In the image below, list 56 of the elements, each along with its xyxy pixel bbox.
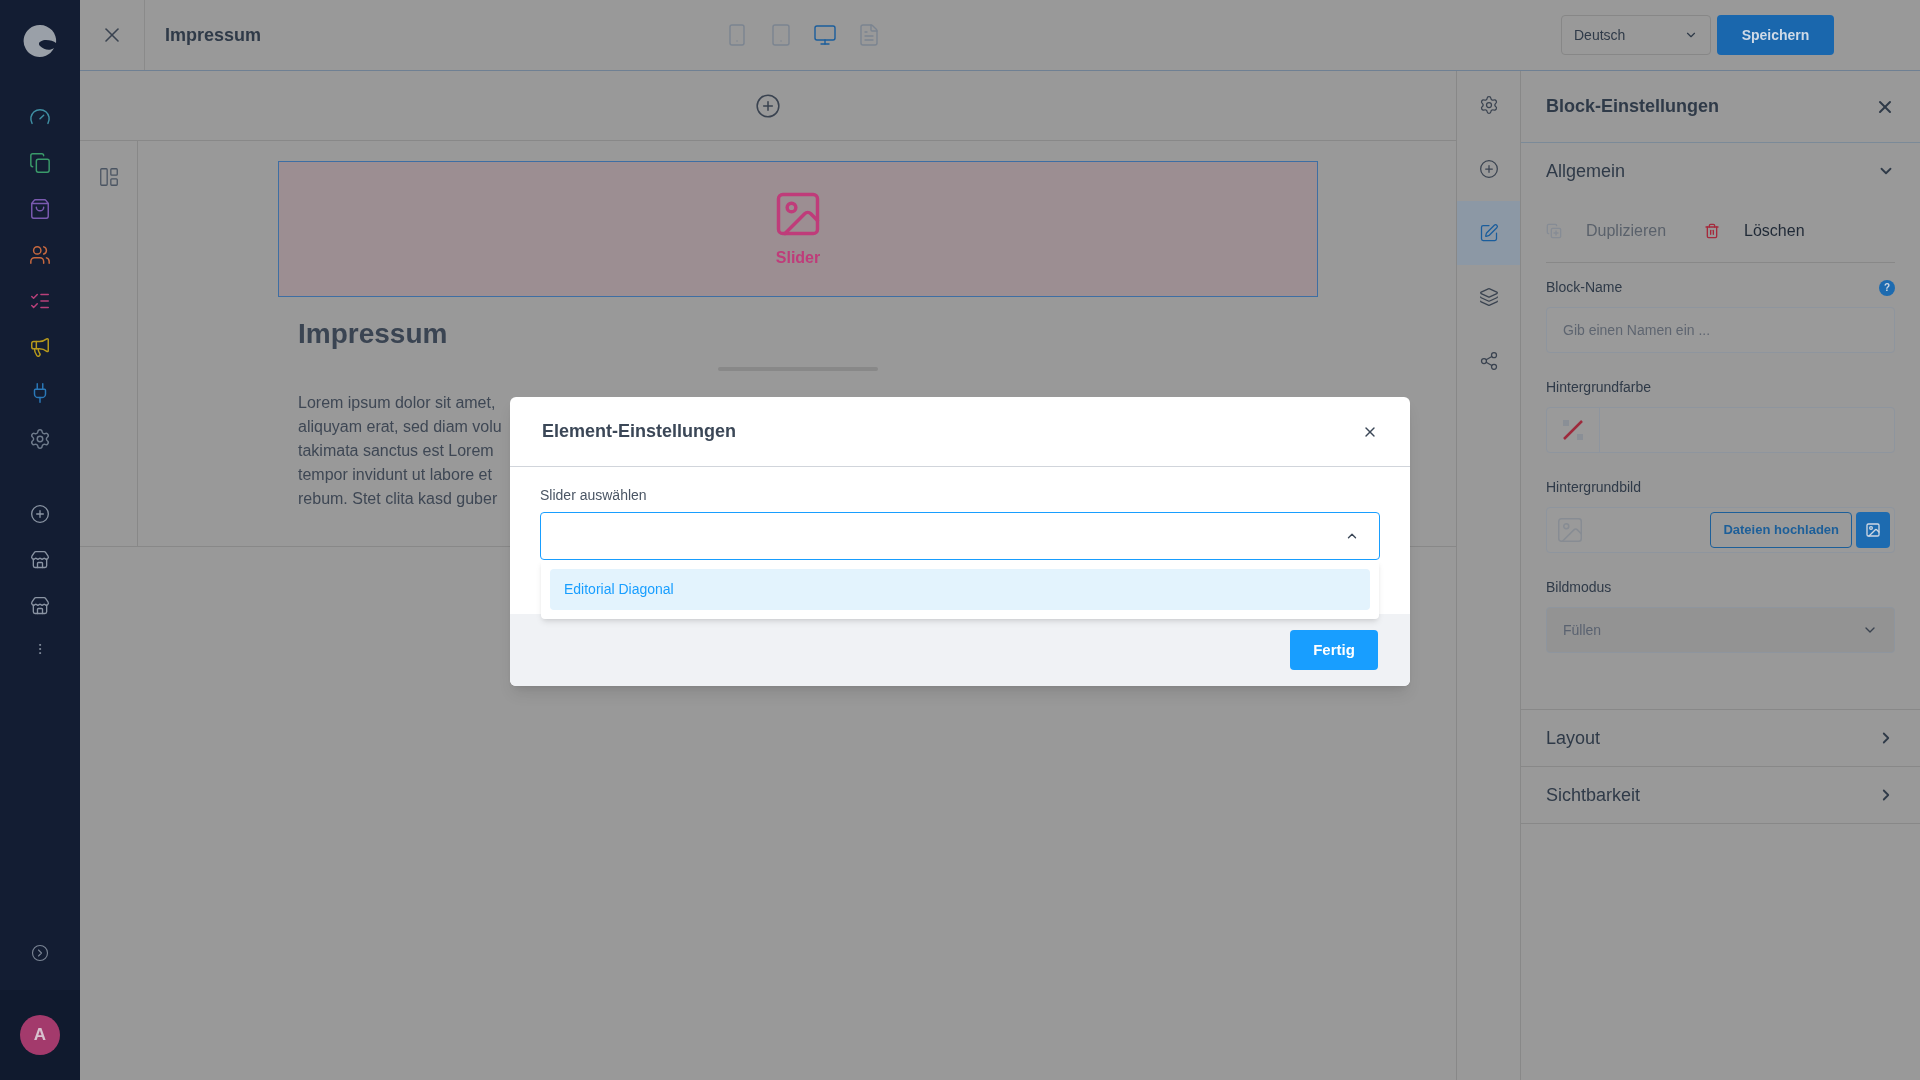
dialog-title: Element-Einstellungen	[542, 420, 737, 443]
paragraph-line: tempor invidunt ut labore et	[298, 465, 492, 485]
media-button[interactable]	[1856, 512, 1890, 548]
section-title: Layout	[1546, 726, 1601, 750]
block-label: Slider	[775, 248, 821, 268]
megaphone-icon[interactable]	[29, 336, 51, 358]
layout-icon[interactable]	[97, 166, 120, 188]
trash-icon	[1704, 222, 1721, 239]
page-heading: Impressum	[298, 317, 448, 351]
image-mode-select[interactable]: Füllen	[1546, 607, 1895, 653]
store-icon[interactable]	[30, 596, 50, 616]
paragraph-line: Lorem ipsum dolor sit amet,	[298, 393, 496, 413]
paragraph-line: rebum. Stet clita kasd guber	[298, 489, 498, 509]
bag-icon[interactable]	[29, 198, 51, 220]
delete-button[interactable]: Löschen	[1704, 218, 1831, 243]
done-button[interactable]: Fertig	[1290, 630, 1378, 670]
settings-icon	[1478, 95, 1499, 115]
edit-icon	[1478, 223, 1499, 243]
settings-icon[interactable]	[29, 428, 51, 450]
upload-button[interactable]: Dateien hochladen	[1710, 512, 1852, 548]
paragraph-line: aliquyam erat, sed diam volu	[298, 417, 502, 437]
field-label: Hintergrundbild	[1546, 478, 1641, 497]
save-button[interactable]: Speichern	[1717, 15, 1834, 55]
copy-icon[interactable]	[29, 152, 51, 174]
plus-circle-icon[interactable]	[30, 504, 50, 524]
plus-circle-icon	[1478, 159, 1499, 179]
section-title: Allgemein	[1546, 159, 1626, 183]
store-icon[interactable]	[30, 550, 50, 570]
share-icon	[1478, 351, 1499, 371]
tool-tab[interactable]	[1457, 201, 1520, 265]
field-label: Hintergrundfarbe	[1546, 378, 1652, 397]
help-badge[interactable]: ?	[1879, 279, 1895, 296]
users-icon[interactable]	[29, 244, 51, 266]
user-avatar[interactable]: A	[20, 1015, 60, 1055]
field-label: Bildmodus	[1546, 578, 1612, 597]
section-header[interactable]: Sichtbarkeit	[1521, 767, 1920, 823]
paragraph-line: takimata sanctus est Lorem	[298, 441, 494, 461]
desktop-view-icon[interactable]	[813, 23, 837, 47]
section-title: Sichtbarkeit	[1546, 783, 1641, 807]
add-section-icon[interactable]	[755, 92, 781, 119]
panel-title: Block-Einstellungen	[1546, 95, 1720, 118]
layers-icon	[1478, 287, 1499, 307]
section-header[interactable]: Layout	[1521, 710, 1920, 766]
dropdown-option[interactable]: Editorial Diagonal	[550, 569, 1370, 610]
expand-icon[interactable]	[31, 944, 49, 962]
color-field[interactable]	[1546, 407, 1895, 453]
language-select[interactable]: Deutsch	[1561, 15, 1711, 55]
field-label: Slider auswählen	[540, 486, 648, 505]
block-name-field[interactable]: Gib einen Namen ein ...	[1546, 307, 1895, 353]
page-title: Impressum	[165, 23, 263, 47]
slider-select[interactable]	[540, 512, 1380, 560]
image-icon	[1865, 522, 1881, 538]
section-header[interactable]: Allgemein	[1521, 143, 1920, 199]
field-label: Block-Name	[1546, 278, 1623, 297]
no-color-icon	[1561, 418, 1585, 442]
logo-icon	[22, 23, 58, 59]
